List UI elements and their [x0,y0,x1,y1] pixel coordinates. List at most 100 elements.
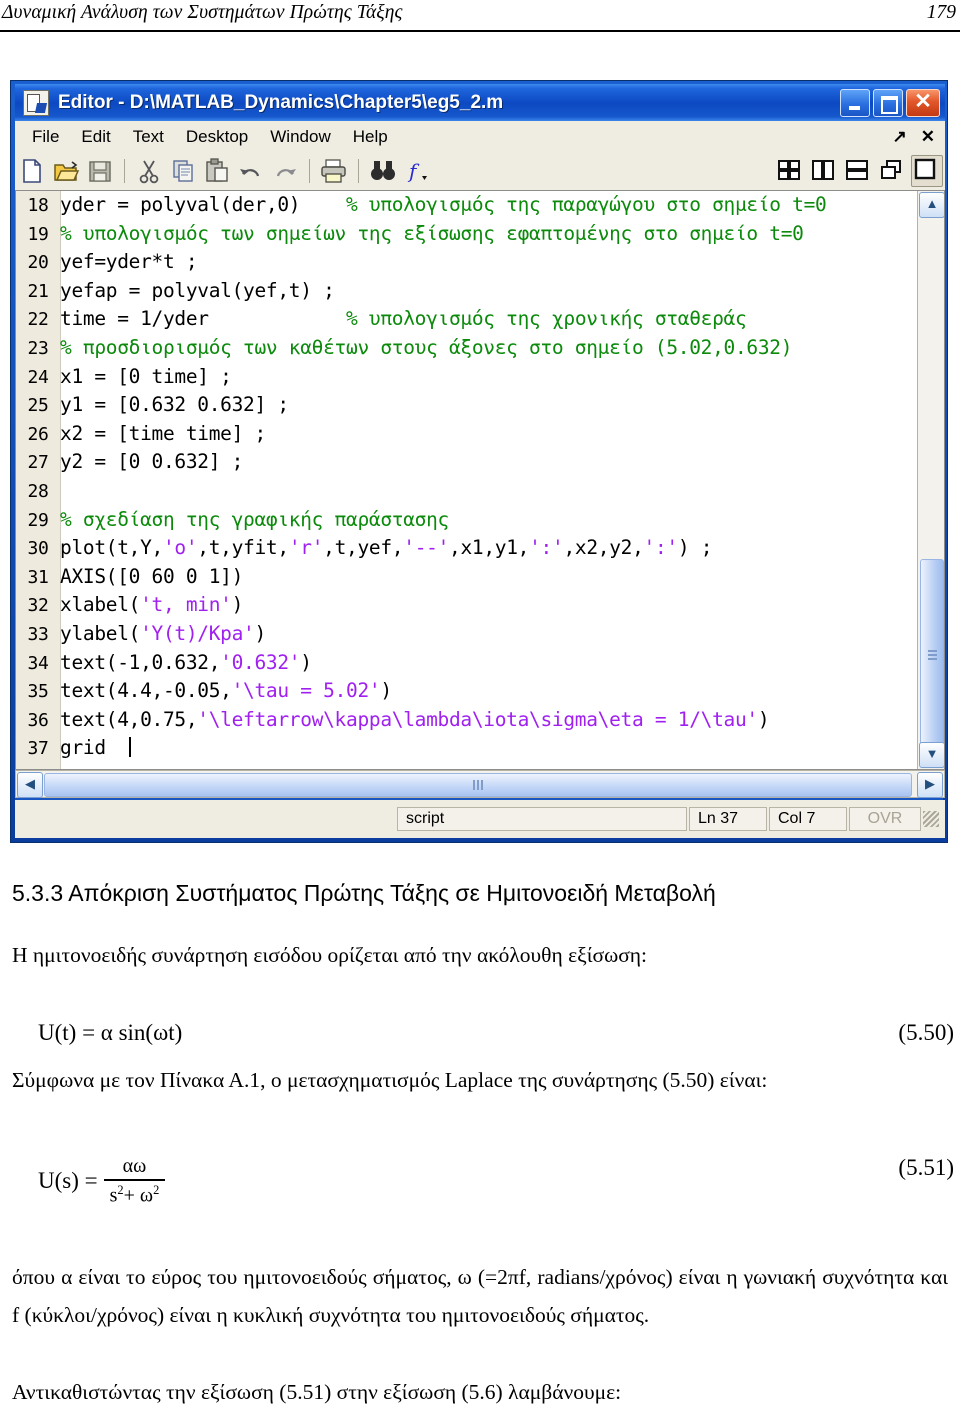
save-file-icon[interactable] [85,156,115,186]
horizontal-scrollbar[interactable]: ◀ ▶ [15,770,945,798]
line-number: 32 [27,595,49,617]
code-line[interactable]: 18 yder = polyval(der,0) % υπολογισμός τη… [16,191,944,220]
code-text: yder = polyval(der,0) % υπολογισμός της … [60,193,827,216]
code-line[interactable]: 22 time = 1/yder % υπολογισμός της χρονικ… [16,305,944,334]
code-line[interactable]: 32 xlabel('t, min') [16,591,944,620]
menu-item-window[interactable]: Window [259,125,341,149]
line-number: 23 [27,337,49,359]
code-line[interactable]: 31 AXIS([0 60 0 1]) [16,563,944,592]
text-caret [128,737,131,758]
status-column: Col 7 [769,807,847,831]
line-number: 36 [27,709,49,731]
code-line[interactable]: 24 x1 = [0 time] ; [16,363,944,392]
line-number: 19 [27,223,49,245]
line-number: 35 [27,681,49,703]
code-text: plot(t,Y,'o',t,yfit,'r',t,yef,'--',x1,y1… [60,536,713,560]
toolbar-separator [124,159,125,183]
code-text: xlabel('t, min') [60,593,244,617]
code-text: y1 = [0.632 0.632] ; [60,393,289,417]
line-number: 26 [27,423,49,445]
title-bar[interactable]: Editor - D:\MATLAB_Dynamics\Chapter5\eg5… [15,84,945,121]
cut-icon[interactable] [134,156,164,186]
code-text: yef=yder*t ; [60,250,198,274]
code-text: text(4,0.75,'\leftarrow\kappa\lambda\iot… [60,707,770,731]
window-title: Editor - D:\MATLAB_Dynamics\Chapter5\eg5… [58,91,504,113]
code-text: ylabel('Y(t)/Kpa') [60,621,266,645]
print-icon[interactable] [319,156,349,186]
line-number: 20 [27,252,49,274]
code-line[interactable]: 37 grid [16,734,944,763]
vertical-scroll-thumb[interactable] [920,559,944,751]
tile-four-icon[interactable] [775,156,805,186]
tile-vertical-icon[interactable] [809,156,839,186]
code-line[interactable]: 23 % προσδιορισμός των καθέτων στους άξον… [16,334,944,363]
code-line[interactable]: 25 y1 = [0.632 0.632] ; [16,391,944,420]
line-number: 22 [27,309,49,331]
menu-item-file[interactable]: File [21,125,70,149]
code-line[interactable]: 34 text(-1,0.632,'0.632') [16,649,944,678]
code-text: time = 1/yder % υπολογισμός της χρονικής… [60,307,747,331]
equation-5-50-body: U(t) = α sin(ωt) [38,1020,183,1045]
code-line[interactable]: 26 x2 = [time time] ; [16,420,944,449]
paste-icon[interactable] [202,156,232,186]
line-number: 25 [27,395,49,417]
menu-item-help[interactable]: Help [342,125,399,149]
code-line[interactable]: 36 text(4,0.75,'\leftarrow\kappa\lambda\i… [16,706,944,735]
code-line[interactable]: 35 text(4.4,-0.05,'\tau = 5.02') [16,677,944,706]
toolbar-separator [309,159,310,183]
code-line[interactable]: 30 plot(t,Y,'o',t,yfit,'r',t,yef,'--',x1,… [16,534,944,563]
menu-item-desktop[interactable]: Desktop [175,125,259,149]
menu-item-edit[interactable]: Edit [70,125,121,149]
code-line[interactable]: 21 yefap = polyval(yef,t) ; [16,277,944,306]
maximize-pane-icon[interactable] [911,155,943,187]
intro-paragraph: Η ημιτονοειδής συνάρτηση εισόδου ορίζετα… [12,943,648,967]
scroll-up-icon[interactable]: ▲ [919,192,944,218]
code-line[interactable]: 33 ylabel('Y(t)/Kpa') [16,620,944,649]
fraction: αω s2+ ω2 [103,1155,166,1208]
code-line[interactable]: 28 [16,477,944,506]
toolbar-separator [358,159,359,183]
status-overwrite: OVR [849,807,921,831]
equation-5-51-body: U(s) = αω s2+ ω2 [38,1155,166,1208]
fraction-denominator: s2+ ω2 [104,1181,166,1208]
equation-5-51-number: (5.51) [898,1155,954,1180]
scroll-left-icon[interactable]: ◀ [17,772,43,798]
svg-text:f: f [407,159,420,183]
code-line[interactable]: 27 y2 = [0 0.632] ; [16,448,944,477]
vertical-scrollbar[interactable]: ▲ ▼ [917,191,944,769]
open-file-icon[interactable] [51,156,81,186]
line-number: 33 [27,623,49,645]
maximize-button[interactable] [873,88,903,117]
scroll-down-icon[interactable]: ▼ [919,742,944,768]
minimize-button[interactable] [840,88,870,117]
close-document-icon[interactable]: ✕ [921,127,935,147]
code-line[interactable]: 19 % υπολογισμός των σημείων της εξίσωσης… [16,220,944,249]
code-text: % σχεδίαση της γραφικής παράστασης [60,507,449,531]
page-header-title: Δυναμική Ανάλυση των Συστημάτων Πρώτης Τ… [2,2,403,23]
cascade-icon[interactable] [877,156,907,186]
line-number: 18 [27,195,49,216]
menu-item-text[interactable]: Text [122,125,175,149]
code-editor-area[interactable]: 18 yder = polyval(der,0) % υπολογισμός τη… [15,190,945,770]
line-number: 24 [27,366,49,388]
copy-icon[interactable] [168,156,198,186]
find-icon[interactable] [368,156,398,186]
resize-grip[interactable] [923,811,939,827]
line-number: 29 [27,509,49,531]
horizontal-scroll-thumb[interactable] [44,773,912,797]
code-lines-container[interactable]: 18 yder = polyval(der,0) % υπολογισμός τη… [16,191,944,769]
equation-5-51-lhs: U(s) = [38,1168,98,1194]
code-line[interactable]: 20 yef=yder*t ; [16,248,944,277]
new-file-icon[interactable] [17,156,47,186]
tile-horizontal-icon[interactable] [843,156,873,186]
function-icon[interactable]: f [402,156,432,186]
undo-icon[interactable] [236,156,266,186]
scroll-right-icon[interactable]: ▶ [917,772,943,798]
code-line[interactable]: 29 % σχεδίαση της γραφικής παράστασης [16,506,944,535]
undock-icon[interactable]: ↗ [893,127,907,147]
close-button[interactable]: ✕ [906,88,940,117]
redo-icon[interactable] [270,156,300,186]
code-text: % υπολογισμός των σημείων της εξίσωσης ε… [60,221,804,245]
page-number: 179 [926,2,956,23]
matlab-editor-icon [23,89,49,116]
